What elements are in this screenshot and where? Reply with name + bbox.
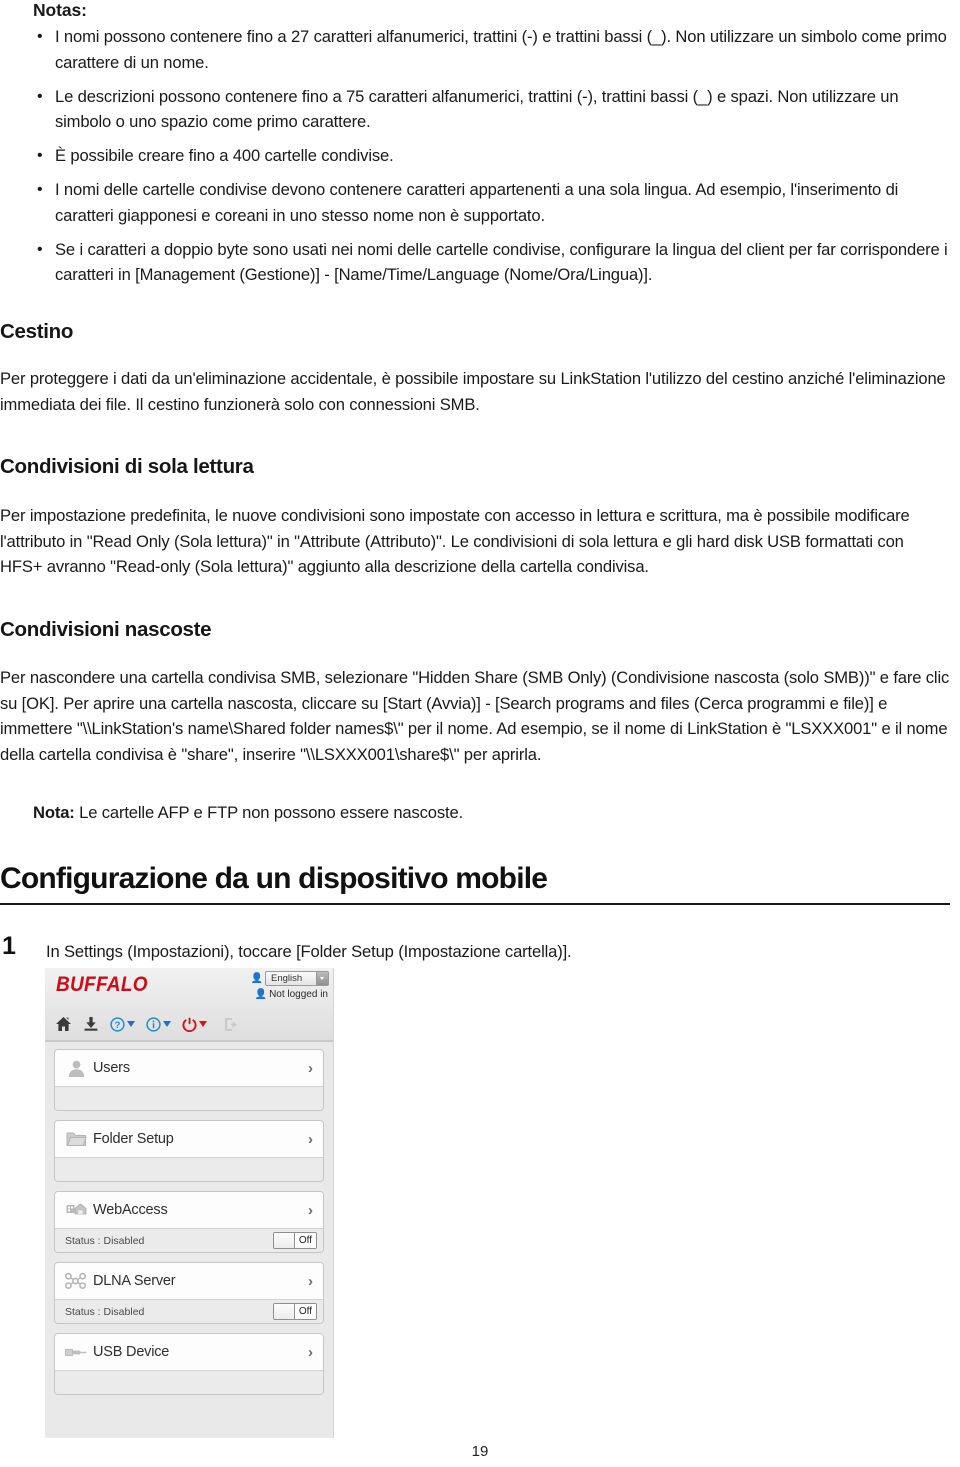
download-icon[interactable] (83, 1016, 99, 1032)
inline-note-label: Nota: (33, 803, 75, 822)
notes-label: Notas: (33, 0, 87, 20)
menu-label: DLNA Server (93, 1273, 176, 1289)
list-item: • Se i caratteri a doppio byte sono usat… (33, 237, 955, 288)
document-page: Notas: • I nomi possono contenere fino a… (0, 0, 960, 1467)
toggle-label: Off (294, 1233, 316, 1248)
notes-bullet-list: • I nomi possono contenere fino a 27 car… (33, 24, 955, 296)
list-item[interactable]: USB Device › (54, 1333, 324, 1395)
menu-row-usb-device[interactable]: USB Device › (55, 1334, 323, 1371)
toggle-knob (273, 1304, 295, 1319)
list-item[interactable]: DLNA Server › Status : Disabled Off (54, 1262, 324, 1324)
language-selector-row: 👤 English (251, 971, 329, 986)
buffalo-logo: BUFFALO (56, 973, 148, 997)
bullet-dot: • (37, 87, 43, 105)
list-item[interactable]: Users › (54, 1049, 324, 1111)
dlna-icon (65, 1272, 87, 1290)
menu-row-subbar: Status : Disabled Off (55, 1229, 323, 1252)
section-heading-cestino: Cestino (0, 320, 74, 343)
bullet-dot: • (37, 240, 43, 258)
chevron-right-icon: › (308, 1130, 313, 1148)
logout-icon[interactable] (224, 1017, 240, 1032)
menu-label: WebAccess (93, 1202, 168, 1218)
language-select-value: English (271, 973, 303, 984)
list-item-text: I nomi delle cartelle condivise devono c… (55, 180, 899, 225)
login-status-text: Not logged in (269, 989, 328, 1000)
list-item: • I nomi delle cartelle condivise devono… (33, 177, 955, 228)
chapter-title: Configurazione da un dispositivo mobile (0, 862, 950, 905)
user-small-icon: 👤 (250, 973, 263, 984)
usb-icon (65, 1346, 87, 1359)
language-select[interactable]: English (265, 971, 329, 986)
info-icon[interactable] (146, 1016, 171, 1032)
user-icon (65, 1059, 87, 1078)
menu-row-folder-setup[interactable]: Folder Setup › (55, 1121, 323, 1158)
person-icon: 👤 (254, 989, 268, 1000)
home-icon[interactable] (55, 1016, 72, 1032)
list-item-text: Le descrizioni possono contenere fino a … (55, 86, 899, 132)
menu-label: Folder Setup (93, 1131, 174, 1147)
menu-row-subbar (55, 1158, 323, 1181)
login-status: 👤 Not logged in (255, 989, 328, 1000)
status-text: Status : Disabled (65, 1305, 145, 1318)
inline-note: Nota: Le cartelle AFP e FTP non possono … (33, 800, 933, 826)
screenshot-menu-list: Users › Folder Setup › WebAccess › Statu… (45, 1042, 333, 1395)
device-screenshot: BUFFALO 👤 English 👤 Not logged in ? User… (45, 968, 334, 1438)
step-text: In Settings (Impostazioni), toccare [Fol… (46, 942, 572, 961)
list-item-text: Se i caratteri a doppio byte sono usati … (55, 239, 948, 285)
list-item-text: I nomi possono contenere fino a 27 carat… (55, 27, 947, 72)
menu-row-dlna-server[interactable]: DLNA Server › (55, 1263, 323, 1300)
list-item: • Le descrizioni possono contenere fino … (33, 84, 955, 135)
section-heading-sola-lettura: Condivisioni di sola lettura (0, 455, 254, 478)
chevron-right-icon: › (308, 1059, 313, 1077)
list-item: • I nomi possono contenere fino a 27 car… (33, 24, 955, 75)
section-body-nascoste: Per nascondere una cartella condivisa SM… (0, 668, 950, 764)
chevron-right-icon: › (308, 1272, 313, 1290)
menu-row-webaccess[interactable]: WebAccess › (55, 1192, 323, 1229)
list-item-text: È possibile creare fino a 400 cartelle c… (55, 146, 394, 165)
help-icon[interactable]: ? (110, 1016, 135, 1032)
list-item: • È possibile creare fino a 400 cartelle… (33, 143, 955, 169)
screenshot-header: BUFFALO 👤 English 👤 Not logged in ? (45, 968, 333, 1042)
chevron-down-icon[interactable] (199, 1021, 207, 1027)
chevron-right-icon: › (308, 1201, 313, 1219)
section-heading-nascoste: Condivisioni nascoste (0, 618, 212, 641)
dlna-toggle[interactable]: Off (272, 1303, 317, 1320)
webaccess-icon (65, 1202, 87, 1219)
status-text: Status : Disabled (65, 1234, 145, 1247)
list-item[interactable]: WebAccess › Status : Disabled Off (54, 1191, 324, 1253)
page-number: 19 (471, 1443, 489, 1460)
menu-label: USB Device (93, 1344, 170, 1360)
menu-row-subbar: Status : Disabled Off (55, 1300, 323, 1323)
toggle-label: Off (294, 1304, 316, 1319)
menu-row-subbar (55, 1087, 323, 1110)
power-icon[interactable] (182, 1017, 207, 1032)
section-body-cestino: Per proteggere i dati da un'eliminazione… (0, 369, 946, 414)
menu-row-subbar (55, 1371, 323, 1394)
section-body-sola-lettura: Per impostazione predefinita, le nuove c… (0, 506, 910, 576)
screenshot-toolbar: ? (45, 1008, 333, 1040)
toggle-knob (273, 1233, 295, 1248)
bullet-dot: • (37, 181, 43, 198)
step-number: 1 (2, 932, 16, 960)
menu-row-users[interactable]: Users › (55, 1050, 323, 1087)
chevron-down-icon[interactable] (127, 1021, 135, 1027)
chevron-down-icon (316, 972, 328, 985)
bullet-dot: • (37, 28, 43, 45)
chevron-right-icon: › (308, 1343, 313, 1361)
chevron-down-icon[interactable] (163, 1021, 171, 1027)
inline-note-text: Le cartelle AFP e FTP non possono essere… (74, 803, 464, 822)
menu-label: Users (93, 1060, 130, 1076)
svg-text:?: ? (115, 1020, 121, 1031)
folder-icon (65, 1130, 87, 1148)
bullet-dot: • (37, 147, 43, 164)
webaccess-toggle[interactable]: Off (272, 1232, 317, 1249)
list-item[interactable]: Folder Setup › (54, 1120, 324, 1182)
